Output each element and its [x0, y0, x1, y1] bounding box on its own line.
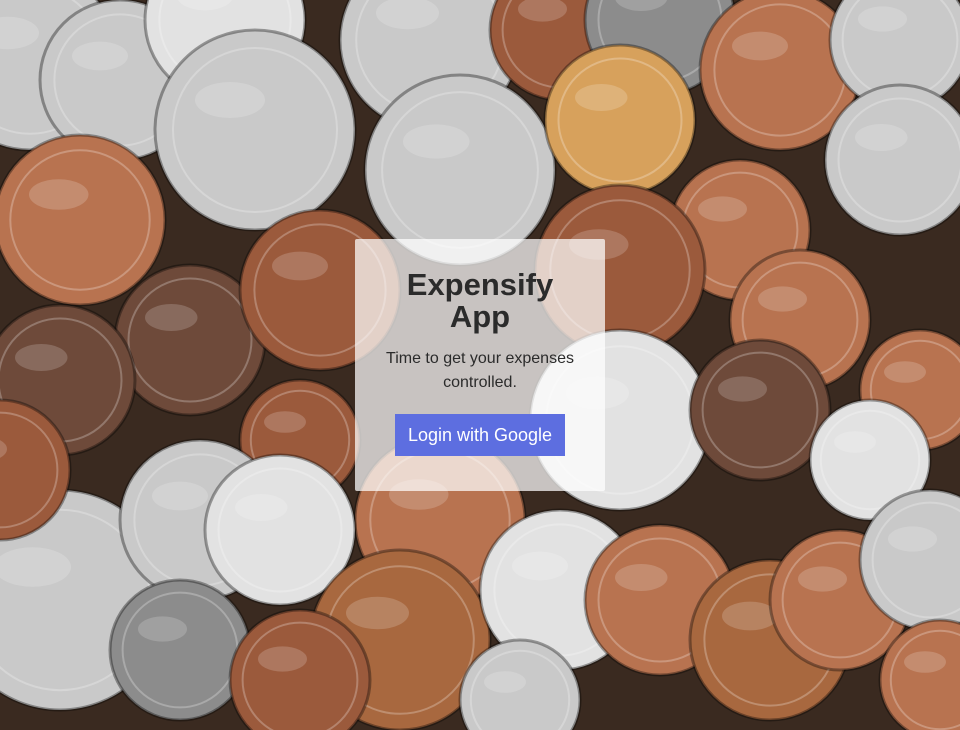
- app-title: Expensify App: [406, 267, 554, 334]
- login-panel: Expensify App Time to get your expenses …: [355, 239, 605, 491]
- app-subtitle: Time to get your expenses controlled.: [386, 350, 574, 391]
- coin-shape: [363, 73, 557, 267]
- coin-shape: [823, 83, 960, 237]
- login-with-google-button[interactable]: Login with Google: [395, 414, 565, 456]
- coin-shape: [543, 43, 697, 197]
- coin-shape: [0, 133, 167, 307]
- coin-shape: [153, 28, 357, 232]
- coin-shape: [108, 578, 252, 722]
- coin-shape: [228, 608, 372, 730]
